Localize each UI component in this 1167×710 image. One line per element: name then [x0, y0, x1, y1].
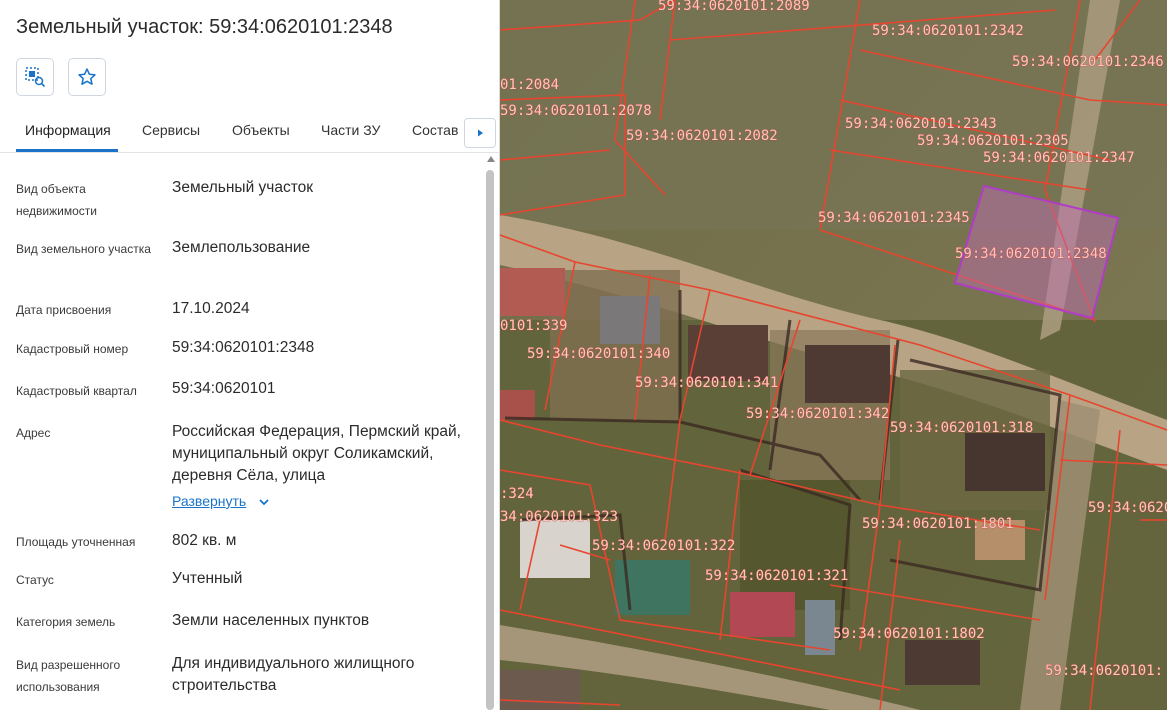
- map-label: 59:34:0620101:322: [592, 538, 735, 554]
- caret-right-icon: [478, 129, 483, 137]
- page-title: Земельный участок: 59:34:0620101:2348: [16, 16, 393, 38]
- tab-parts[interactable]: Части ЗУ: [321, 122, 380, 138]
- map-label: 59:34:0620101:2089: [658, 0, 810, 14]
- map-label: 59:34:0620101:2078: [500, 103, 652, 119]
- map-label: 59:34:0620101:321: [705, 568, 848, 584]
- value-assign-date: 17.10.2024: [172, 300, 250, 317]
- label-status: Статус: [16, 573, 54, 587]
- tab-composition[interactable]: Состав: [412, 122, 458, 138]
- value-address: Российская Федерация, Пермский край, мун…: [172, 423, 461, 484]
- value-permitted-use: Для индивидуального жилищного строительс…: [172, 655, 415, 694]
- map-label: 59:34:0620101:340: [527, 346, 670, 362]
- label-address: Адрес: [16, 426, 51, 440]
- value-cadastral-quarter: 59:34:0620101: [172, 380, 276, 397]
- value-land-category: Земли населенных пунктов: [172, 612, 370, 629]
- tabs-scroll-right-button[interactable]: [464, 118, 496, 148]
- select-area-icon: [25, 67, 46, 88]
- label-cadastral-quarter: Кадастровый квартал: [16, 384, 137, 398]
- map-label: 59:34:0620101:1802: [833, 626, 985, 642]
- map-view[interactable]: 59:34:0620101:2089 59:34:0620101:2342 59…: [500, 0, 1167, 710]
- value-land-type: Землепользование: [172, 239, 311, 256]
- map-label: 59:34:0620101:2082: [626, 128, 778, 144]
- satellite-map[interactable]: 59:34:0620101:2089 59:34:0620101:2342 59…: [500, 0, 1167, 710]
- info-panel: Земельный участок: 59:34:0620101:2348 Ин…: [0, 0, 500, 710]
- map-label: 59:34:0620101:2346: [1012, 54, 1164, 70]
- label-land-type: Вид земельного участка: [16, 242, 151, 256]
- map-label: 59:34:0620101:2305: [917, 133, 1069, 149]
- select-area-button[interactable]: [16, 58, 54, 96]
- label-permitted-use: Вид разрешенного использования: [16, 658, 121, 694]
- label-land-category: Категория земель: [16, 615, 116, 629]
- value-area: 802 кв. м: [172, 532, 237, 549]
- label-object-type: Вид объекта недвижимости: [16, 182, 97, 218]
- map-label: 59:34:0620101:1801: [862, 516, 1014, 532]
- map-label: 01:2084: [500, 77, 559, 93]
- scrollbar-thumb[interactable]: [486, 170, 494, 710]
- map-label: 59:34:0620101:2347: [983, 150, 1135, 166]
- map-label: 59:34:0620101:2342: [872, 23, 1024, 39]
- map-label: 59:34:0620101:318: [890, 420, 1033, 436]
- favorite-button[interactable]: [68, 58, 106, 96]
- map-label: 34:0620101:323: [500, 509, 618, 525]
- chevron-down-icon[interactable]: [258, 496, 270, 508]
- scroll-up-arrow[interactable]: [487, 156, 495, 162]
- map-label: 59:34:0620101:2345: [818, 210, 970, 226]
- map-label: 0101:339: [500, 318, 567, 334]
- label-cadastral-number: Кадастровый номер: [16, 342, 129, 356]
- value-cadastral-number: 59:34:0620101:2348: [172, 339, 315, 356]
- tab-objects[interactable]: Объекты: [232, 122, 290, 138]
- active-tab-indicator: [16, 149, 118, 152]
- map-label: 59:34:0620101:: [1045, 663, 1163, 679]
- tab-services[interactable]: Сервисы: [142, 122, 200, 138]
- label-area: Площадь уточненная: [16, 535, 136, 549]
- star-icon: [78, 68, 96, 85]
- map-label: 59:34:0620101:: [1088, 500, 1167, 516]
- expand-address-link[interactable]: Развернуть: [172, 493, 246, 509]
- map-label: 59:34:0620101:341: [635, 375, 778, 391]
- tab-bar: Информация Сервисы Объекты Части ЗУ Сост…: [0, 114, 499, 153]
- tab-information[interactable]: Информация: [25, 122, 111, 138]
- label-assign-date: Дата присвоения: [16, 303, 112, 317]
- map-label: 59:34:0620101:342: [746, 406, 889, 422]
- map-label: 59:34:0620101:2343: [845, 116, 997, 132]
- value-status: Учтенный: [172, 570, 243, 587]
- map-label: 59:34:0620101:2348: [955, 246, 1107, 262]
- value-object-type: Земельный участок: [172, 179, 314, 196]
- map-label: :324: [500, 486, 534, 502]
